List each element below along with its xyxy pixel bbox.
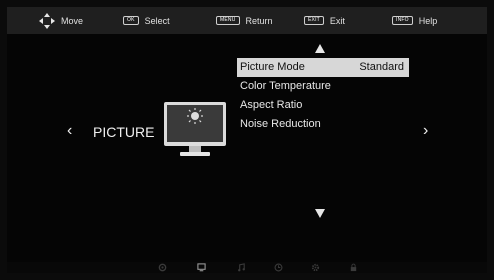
info-key-icon: INFO bbox=[392, 16, 413, 25]
monitor-icon bbox=[164, 102, 226, 156]
hint-exit-label: Exit bbox=[329, 15, 345, 26]
picture-icon[interactable] bbox=[197, 263, 206, 272]
settings-wheel-icon[interactable] bbox=[158, 263, 167, 272]
music-icon[interactable] bbox=[237, 263, 246, 272]
menu-key-icon: MENU bbox=[216, 16, 240, 25]
exit-key-icon: EXIT bbox=[304, 16, 324, 25]
dpad-icon bbox=[39, 12, 55, 29]
menu-item-value: Standard bbox=[359, 61, 404, 73]
category-prev-arrow[interactable]: ‹ bbox=[67, 122, 72, 140]
menu-item-color-temperature[interactable]: Color Temperature bbox=[237, 77, 409, 96]
hint-help-label: Help bbox=[418, 15, 438, 26]
scroll-up-arrow-icon[interactable] bbox=[315, 44, 325, 53]
hint-select: OK Select bbox=[123, 16, 170, 26]
menu-item-label: Color Temperature bbox=[240, 80, 331, 92]
bottom-bar bbox=[7, 262, 487, 273]
menu-item-label: Picture Mode bbox=[240, 61, 305, 73]
lock-icon[interactable] bbox=[349, 263, 358, 272]
hint-move: Move bbox=[39, 12, 84, 29]
category-next-arrow[interactable]: › bbox=[423, 122, 428, 140]
menu-item-picture-mode[interactable]: Picture Mode Standard bbox=[237, 58, 409, 77]
ok-key-icon: OK bbox=[123, 16, 139, 25]
clock-icon[interactable] bbox=[274, 263, 283, 272]
menu-item-label: Aspect Ratio bbox=[240, 99, 303, 111]
hint-help: INFO Help bbox=[392, 16, 437, 26]
menu-item-label: Noise Reduction bbox=[240, 118, 321, 130]
hint-return: MENU Return bbox=[216, 16, 273, 26]
hint-bar: Move OK Select MENU Return EXIT Exit INF… bbox=[7, 7, 487, 34]
settings-menu: Picture Mode Standard Color Temperature … bbox=[237, 58, 409, 134]
scroll-down-arrow-icon[interactable] bbox=[315, 209, 325, 218]
gear-icon[interactable] bbox=[311, 263, 320, 272]
menu-item-aspect-ratio[interactable]: Aspect Ratio bbox=[237, 96, 409, 115]
hint-move-label: Move bbox=[61, 15, 84, 26]
hint-return-label: Return bbox=[245, 15, 273, 26]
category-label: PICTURE bbox=[93, 124, 155, 140]
hint-exit: EXIT Exit bbox=[304, 16, 345, 26]
hint-select-label: Select bbox=[144, 15, 170, 26]
screen-frame bbox=[7, 7, 487, 273]
menu-item-noise-reduction[interactable]: Noise Reduction bbox=[237, 115, 409, 134]
